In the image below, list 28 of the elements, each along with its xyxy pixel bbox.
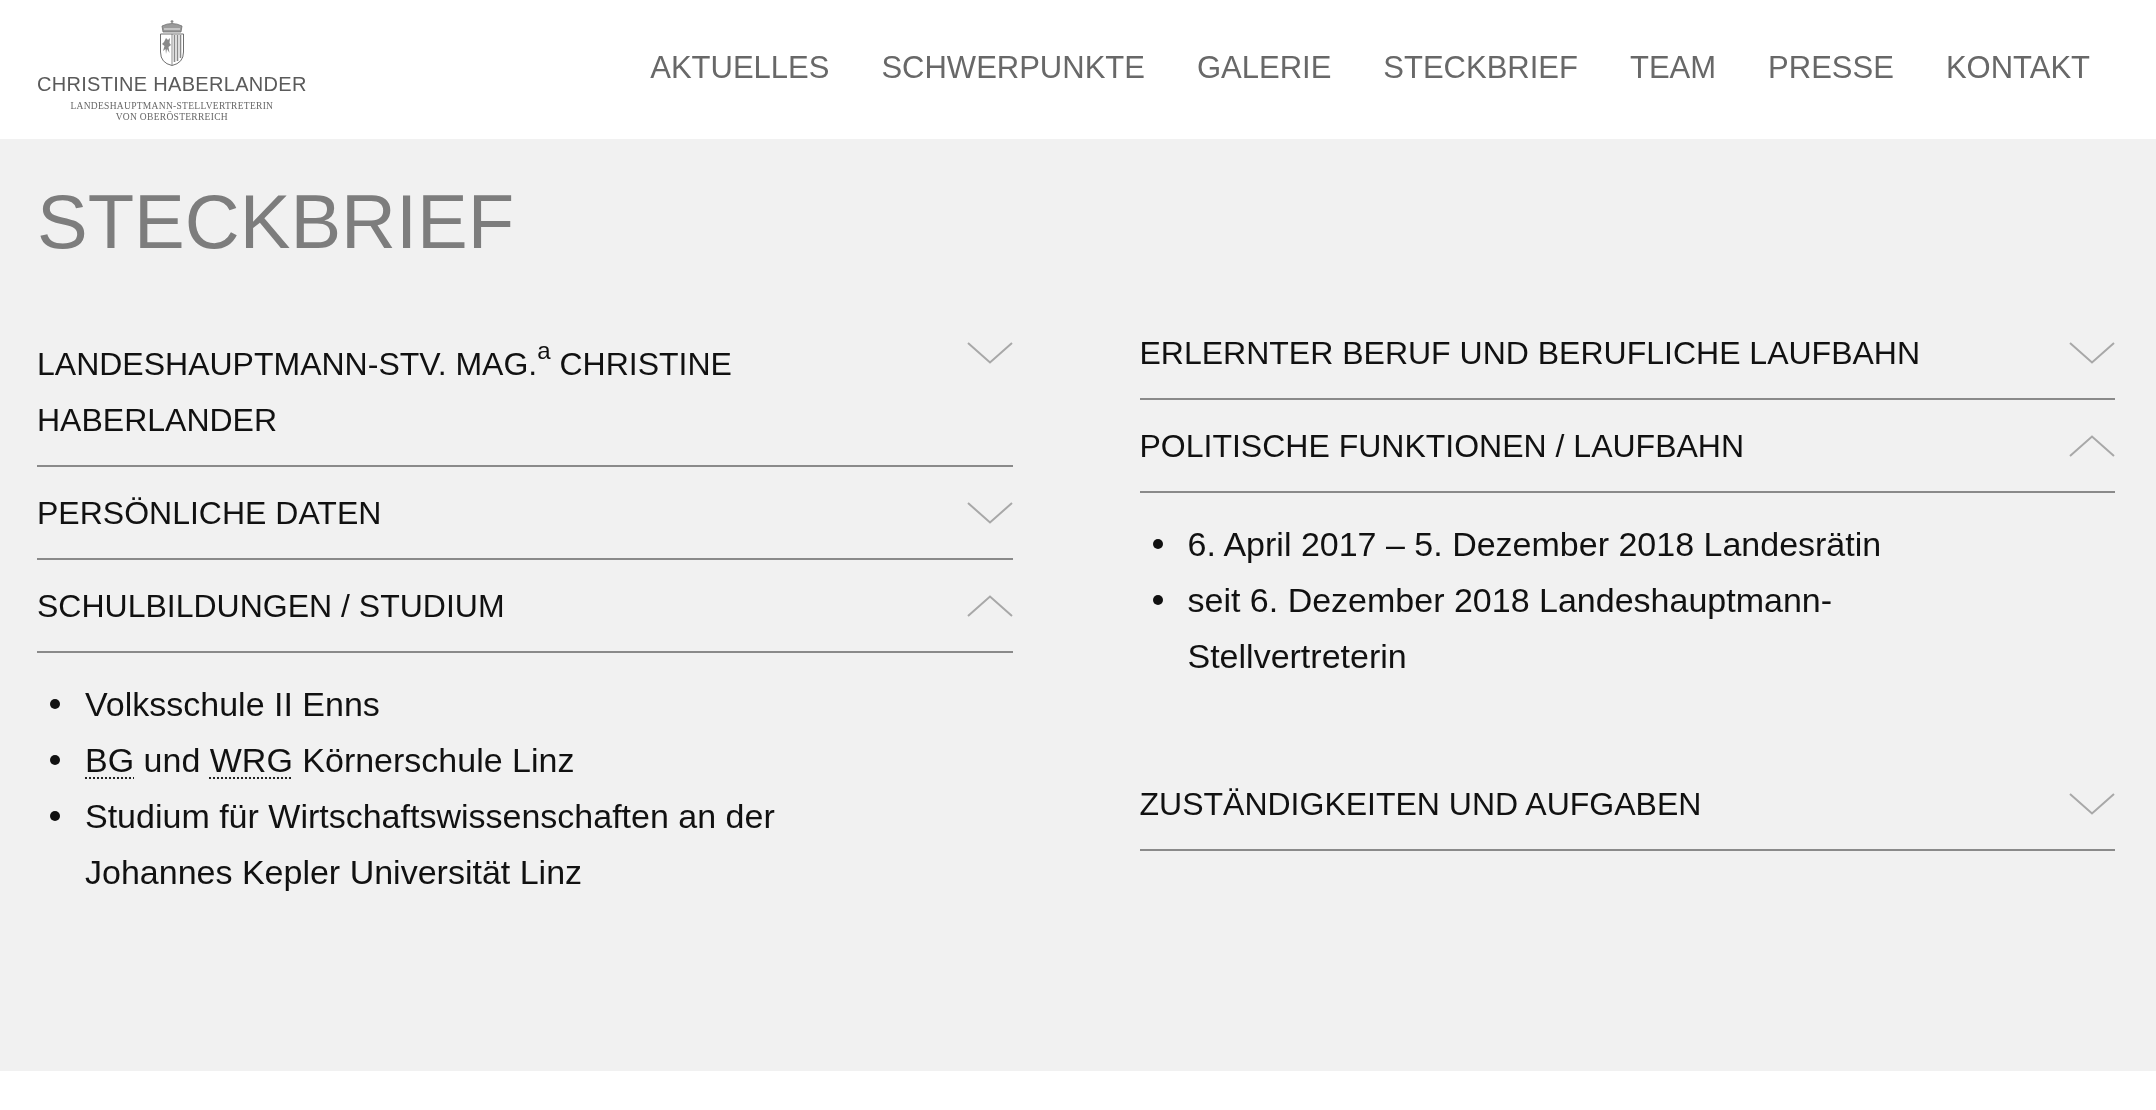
list-item-text: Volksschule II Enns	[85, 684, 380, 725]
bullet-icon	[1152, 539, 1163, 549]
nav-link[interactable]: KONTAKT	[1945, 47, 2090, 88]
coat-of-arms-icon	[158, 20, 185, 66]
logo-name: CHRISTINE HABERLANDER	[37, 74, 307, 94]
list-item-text: Studium für Wirtschaftswissenschaften an der Johannes Kepler Universität Linz	[85, 796, 776, 893]
accordion-header[interactable]: SCHULBILDUNGEN / STUDIUM	[37, 560, 1013, 653]
accordion-header[interactable]: PERSÖNLICHE DATEN	[37, 467, 1013, 560]
page-title: STECKBRIEF	[37, 178, 516, 266]
list-item-text: seit 6. Dezember 2018 Landeshauptmann-Stellvertreterin	[1187, 580, 1834, 677]
nav-link[interactable]: PRESSE	[1768, 47, 1894, 88]
nav-link[interactable]: STECKBRIEF	[1383, 47, 1578, 88]
bullet-icon	[50, 755, 60, 765]
bullet-icon	[1152, 595, 1163, 605]
logo-subtitle: LANDESHAUPTMANN-STELLVERTRETERIN	[70, 101, 274, 111]
nav-link[interactable]: GALERIE	[1196, 47, 1332, 88]
nav-link[interactable]: TEAM	[1630, 47, 1717, 88]
logo-subtitle: VON OBERÖSTERREICH	[115, 112, 228, 123]
accordion-header[interactable]: POLITISCHE FUNKTIONEN / LAUFBAHN	[1139, 400, 2115, 493]
accordion-header[interactable]: ZUSTÄNDIGKEITEN UND AUFGABEN	[1139, 758, 2115, 851]
accordion-header[interactable]: ERLERNTER BERUF UND BERUFLICHE LAUFBAHN	[1139, 307, 2115, 400]
list-item-text: BG und WRG Körnerschule Linz	[85, 740, 575, 781]
nav-link[interactable]: AKTUELLES	[650, 47, 830, 88]
bullet-icon	[50, 811, 60, 821]
accordion-header[interactable]: LANDESHAUPTMANN-STV. MAG.$^{a}$ CHRISTINE HABERLANDER	[37, 307, 1013, 467]
nav-link[interactable]: SCHWERPUNKTE	[881, 47, 1145, 88]
bullet-icon	[50, 699, 60, 709]
list-item-text: 6. April 2017 – 5. Dezember 2018 Landesrätin	[1187, 524, 1882, 565]
